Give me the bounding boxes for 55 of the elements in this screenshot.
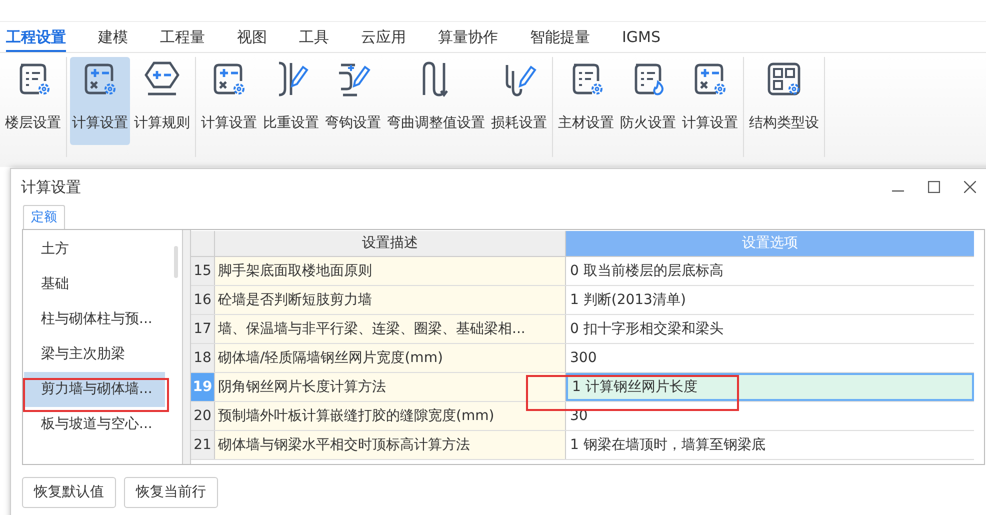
table-cell: 脚手架底面取楼地面原则 [215,257,566,285]
menu-tab[interactable]: 智能提量 [530,26,590,52]
ribbon-button[interactable]: 楼层设置 [3,57,63,145]
category-item[interactable]: 土方 [24,232,165,267]
ribbon-button[interactable]: 比重设置 [261,57,321,145]
category-item[interactable]: 板与坡道与空心... [24,407,165,442]
menu-tab[interactable]: 视图 [237,26,267,52]
ribbon-button[interactable]: 结构类型设 [747,57,821,145]
table-cell: 砼墙是否判断短肢剪力墙 [215,286,566,314]
category-item[interactable]: 柱与砌体柱与预... [24,302,165,337]
ribbon-button[interactable]: 计算设置 [70,57,130,145]
table-cell: 墙、保温墙与非平行梁、连梁、圈梁、基础梁相... [215,315,566,343]
table-cell: 砌体墙与钢梁水平相交时顶标高计算方法 [215,431,566,459]
table-cell[interactable]: 1 计算钢丝网片长度 [566,373,974,401]
row-number: 21 [191,431,215,459]
table-cell[interactable]: 300 [566,344,974,372]
category-item[interactable]: 梁与主次肋梁 [24,337,165,372]
table-cell: 砌体墙/轻质隔墙钢丝网片宽度(mm) [215,344,566,372]
menu-tab[interactable]: 算量协作 [438,26,498,52]
column-header: 设置选项 [566,231,974,256]
menu-tab[interactable]: 工程量 [160,26,205,52]
ribbon-button[interactable]: 计算规则 [132,57,192,145]
row-number: 15 [191,257,215,285]
menu-tab[interactable]: 建模 [98,26,128,52]
table-cell[interactable]: 0 取当前楼层的层底标高 [566,257,974,285]
table-cell: 预制墙外叶板计算嵌缝打胶的缝隙宽度(mm) [215,402,566,430]
menu-tab[interactable]: 云应用 [361,26,406,52]
table-cell[interactable]: 1 判断(2013清单) [566,286,974,314]
close-icon[interactable] [964,181,976,193]
menu-tab[interactable]: IGMS [622,26,661,52]
ribbon-button[interactable]: 计算设置 [680,57,740,145]
menu-tab[interactable]: 工具 [299,26,329,52]
ribbon-button[interactable]: 主材设置 [556,57,616,145]
ribbon-button[interactable]: 防火设置 [618,57,678,145]
ribbon-button[interactable]: 弯钩设置 [323,57,383,145]
row-number: 20 [191,402,215,430]
row-number: 17 [191,315,215,343]
row-number: 18 [191,344,215,372]
table-cell[interactable]: 1 钢梁在墙顶时，墙算至钢梁底 [566,431,974,459]
row-number: 19 [191,373,215,401]
ribbon-button[interactable]: 损耗设置 [489,57,549,145]
ribbon-button[interactable]: 弯曲调整值设置 [385,57,487,145]
column-header: 设置描述 [215,231,566,256]
dialog-tab[interactable]: 定额 [23,205,65,229]
table-cell[interactable]: 0 扣十字形相交梁和梁头 [566,315,974,343]
dialog-button[interactable]: 恢复当前行 [124,477,218,508]
dialog-title: 计算设置 [21,176,81,198]
scrollbar-thumb[interactable] [174,246,178,278]
category-item[interactable]: 剪力墙与砌体墙... [24,372,165,407]
category-item[interactable]: 基础 [24,267,165,302]
dialog-button[interactable]: 恢复默认值 [22,477,116,508]
maximize-icon[interactable] [928,181,940,193]
row-number: 16 [191,286,215,314]
ribbon-button[interactable]: 计算设置 [199,57,259,145]
table-cell: 阴角钢丝网片长度计算方法 [215,373,566,401]
